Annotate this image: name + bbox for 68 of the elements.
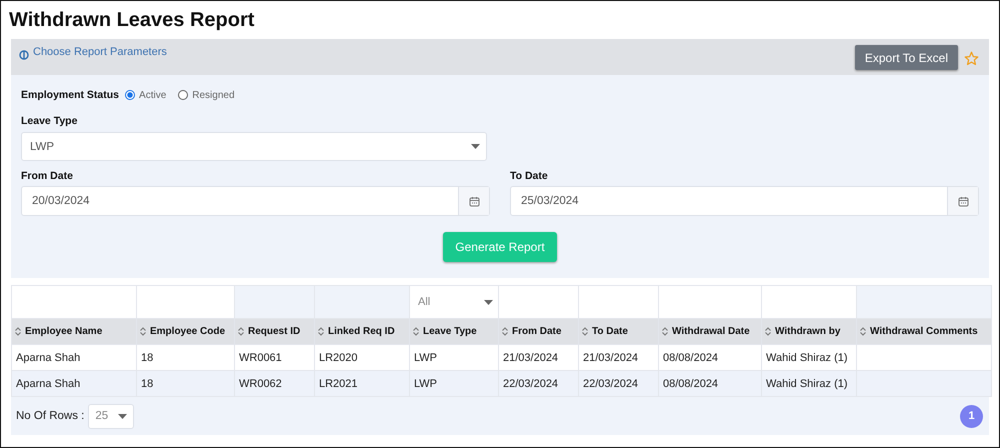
sort-icon — [662, 327, 668, 336]
pie-chart-icon — [19, 50, 29, 60]
table-cell: Aparna Shah — [16, 378, 80, 390]
table-cell: 18 — [141, 378, 154, 390]
field-label: To Date — [510, 170, 549, 182]
column-header[interactable]: Linked Req ID — [314, 318, 410, 344]
column-header[interactable]: Withdrawal Comments — [856, 318, 992, 344]
column-title: Withdrawal Comments — [870, 326, 978, 337]
field-label: From Date — [21, 170, 74, 182]
table-cell: 21/03/2024 — [503, 352, 558, 364]
table-cell: LR2020 — [319, 352, 358, 364]
column-title: From Date — [512, 326, 562, 337]
column-title: Request ID — [248, 326, 300, 337]
sort-icon — [765, 327, 771, 336]
table-cell: LWP — [414, 352, 438, 364]
page-title: Withdrawn Leaves Report — [8, 8, 256, 33]
sort-icon — [502, 327, 508, 336]
column-title: Employee Name — [25, 326, 102, 337]
table-cell: 08/08/2024 — [663, 378, 718, 390]
table-cell: Wahid Shiraz (1) — [766, 352, 848, 364]
caret-icon — [118, 414, 128, 418]
column-title: To Date — [592, 326, 628, 337]
sort-icon — [582, 327, 588, 336]
filter-select[interactable]: All — [410, 286, 498, 318]
caret-icon — [471, 144, 480, 149]
field-label: Employment Status — [21, 89, 120, 101]
leave-type-select[interactable]: LWP — [21, 132, 487, 161]
table-cell: 18 — [141, 352, 154, 364]
table-cell: 22/03/2024 — [583, 378, 638, 390]
radio-label[interactable]: Active — [139, 90, 166, 100]
column-header[interactable]: To Date — [578, 318, 658, 344]
sort-icon — [860, 327, 866, 336]
sort-icon — [318, 327, 324, 336]
table-cell: 22/03/2024 — [503, 378, 558, 390]
caret-icon — [484, 300, 493, 304]
sort-icon — [238, 327, 244, 336]
column-title: Withdrawal Date — [672, 326, 750, 337]
column-title: Employee Code — [150, 326, 226, 337]
table-cell: WR0062 — [239, 378, 282, 390]
radio-button[interactable] — [178, 90, 188, 100]
table-cell: LR2021 — [319, 378, 358, 390]
table-cell: 08/08/2024 — [663, 352, 718, 364]
sort-icon — [413, 327, 419, 336]
table-cell: Wahid Shiraz (1) — [766, 378, 848, 390]
column-title: Leave Type — [423, 326, 477, 337]
choose-parameters-link[interactable]: Choose Report Parameters — [33, 46, 167, 58]
table-cell: Aparna Shah — [16, 352, 80, 364]
column-title: Withdrawn by — [775, 326, 840, 337]
column-header[interactable]: From Date — [498, 318, 578, 344]
rows-label: No Of Rows : — [16, 410, 84, 422]
radio-button[interactable] — [125, 90, 136, 100]
star-icon[interactable] — [964, 51, 979, 66]
column-title: Linked Req ID — [328, 326, 395, 337]
sort-icon — [140, 327, 146, 336]
field-label: Leave Type — [21, 115, 78, 127]
radio-label[interactable]: Resigned — [192, 90, 235, 100]
column-header[interactable]: Employee Name — [12, 318, 136, 344]
column-header[interactable]: Leave Type — [410, 318, 498, 344]
column-header[interactable]: Employee Code — [136, 318, 234, 344]
column-header[interactable]: Withdrawal Date — [658, 318, 762, 344]
table-cell: 21/03/2024 — [583, 352, 638, 364]
sort-icon — [15, 327, 21, 336]
column-header[interactable]: Withdrawn by — [762, 318, 856, 344]
table-cell: WR0061 — [239, 352, 282, 364]
column-header[interactable]: Request ID — [234, 318, 314, 344]
rows-per-page-select[interactable]: 25 — [88, 404, 134, 428]
table-cell: LWP — [414, 378, 438, 390]
export-excel-button[interactable]: Export To Excel — [854, 45, 958, 70]
